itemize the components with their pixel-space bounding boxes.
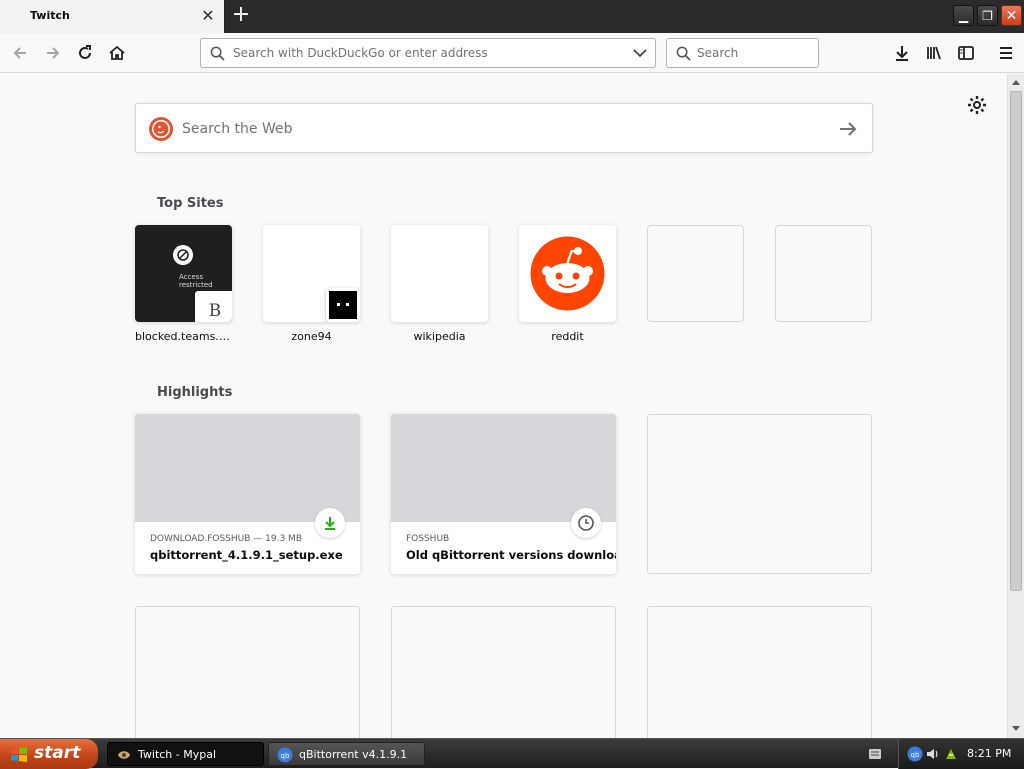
network-icon[interactable] [943,746,959,762]
blocked-icon [173,245,193,265]
navigation-toolbar [0,33,1024,73]
new-tab-button[interactable]: + [230,4,252,28]
card-preview [135,414,360,522]
download-icon [896,46,908,61]
zone94-favicon-icon [326,288,360,322]
top-site-wikipedia[interactable]: wikipedia [391,225,488,343]
home-button[interactable] [103,40,131,66]
scroll-down-icon[interactable] [1011,725,1021,733]
search-icon [210,46,225,61]
arrow-right-icon[interactable] [836,117,860,141]
back-arrow-icon [13,47,26,59]
top-site-reddit[interactable]: reddit [519,225,616,343]
top-site-thumbnail [263,225,360,322]
restore-button[interactable]: ❐ [977,5,998,26]
taskbar-item-label: Twitch - Mypal [138,748,217,761]
duckduckgo-logo-icon [149,117,173,141]
taskbar-item-label: qBittorrent v4.1.9.1 [299,748,408,761]
history-badge [571,508,601,538]
minimize-button[interactable]: ▁ [953,5,974,26]
url-bar[interactable] [200,38,656,68]
top-site-blocked-teams[interactable]: Access restricted B blocked.teams.clo... [135,225,232,343]
thumbnail-text: Access restricted [179,273,213,289]
scroll-thumb[interactable] [1010,91,1022,591]
reload-button[interactable] [71,40,99,66]
tab-close-icon[interactable]: ✕ [200,7,216,25]
menu-button[interactable] [992,40,1020,66]
highlights-heading: Highlights [157,385,233,400]
clock-icon [578,515,594,531]
tab-twitch[interactable]: Twitch ✕ [0,0,225,33]
qbittorrent-tray-icon[interactable]: qb [907,746,923,762]
clock[interactable]: 8:21 PM [967,747,1011,760]
favicon-letter: B [195,291,232,322]
top-site-label: wikipedia [413,330,466,343]
scroll-up-icon[interactable] [1011,78,1021,86]
highlight-card[interactable]: DOWNLOAD.FOSSHUB — 19.3 MB qbittorrent_4… [135,414,360,574]
volume-icon[interactable] [925,746,941,762]
new-tab-page: Top Sites Access restricted B blocked.te… [0,74,1007,738]
download-badge [315,508,345,538]
forward-button[interactable] [39,40,67,66]
top-site-thumbnail [391,225,488,322]
taskbar-item-mypal[interactable]: Twitch - Mypal [107,742,264,766]
search-bar[interactable] [666,38,819,68]
taskbar-item-qbittorrent[interactable]: qb qBittorrent v4.1.9.1 [268,742,425,766]
library-icon [927,46,941,60]
tab-title: Twitch [30,9,70,22]
highlight-card[interactable]: FOSSHUB Old qBittorrent versions downloa… [391,414,616,574]
start-button[interactable]: start [0,739,98,769]
downloads-button[interactable] [888,40,916,66]
card-meta: FOSSHUB [406,534,450,544]
top-site-label: reddit [551,330,584,343]
top-sites-heading: Top Sites [157,196,224,211]
library-button[interactable] [920,40,948,66]
keyboard-icon[interactable] [868,748,882,760]
top-site-label: blocked.teams.clo... [135,330,232,343]
windows-flag-icon [11,747,27,762]
reddit-logo-icon [530,236,605,311]
svg-text:qb: qb [281,752,290,760]
gear-icon[interactable] [966,94,988,116]
svg-text:qb: qb [911,751,920,759]
tab-strip: Twitch ✕ + ▁ ❐ ✕ [0,0,1024,33]
highlight-placeholder [647,606,872,738]
empty-tile [775,225,872,322]
card-title: qbittorrent_4.1.9.1_setup.exe [150,548,343,562]
highlight-placeholder [135,606,360,738]
chevron-down-icon[interactable] [633,48,647,58]
top-site-label: zone94 [291,330,332,343]
mypal-icon [118,751,130,759]
highlight-placeholder [647,414,872,574]
qbittorrent-icon: qb [277,747,293,763]
back-button[interactable] [6,40,34,66]
taskbar: start Twitch - Mypal qb qBittorrent v4.1… [0,738,1024,769]
start-label: start [34,743,81,763]
sidebar-icon [958,46,974,60]
search-icon [676,46,691,61]
sidebar-button[interactable] [952,40,980,66]
forward-arrow-icon [47,47,60,59]
card-meta: DOWNLOAD.FOSSHUB — 19.3 MB [150,534,302,544]
hamburger-menu-icon [1000,47,1012,59]
card-title: Old qBittorrent versions download [406,548,616,562]
search-input[interactable] [697,44,812,62]
download-icon [325,517,335,530]
web-search-input[interactable] [182,118,802,140]
empty-tile [647,225,744,322]
url-input[interactable] [233,44,623,62]
top-site-empty [775,225,872,322]
top-site-zone94[interactable]: zone94 [263,225,360,343]
close-window-button[interactable]: ✕ [1001,5,1022,26]
card-preview [391,414,616,522]
top-site-thumbnail: Access restricted B [135,225,232,322]
home-icon [109,45,125,60]
top-site-empty [647,225,744,322]
system-tray: qb 8:21 PM [898,739,1024,769]
web-search-box[interactable] [135,103,873,153]
highlight-placeholder [391,606,616,738]
reload-icon [79,45,91,59]
vertical-scrollbar[interactable] [1007,74,1024,738]
top-site-thumbnail [519,225,616,322]
